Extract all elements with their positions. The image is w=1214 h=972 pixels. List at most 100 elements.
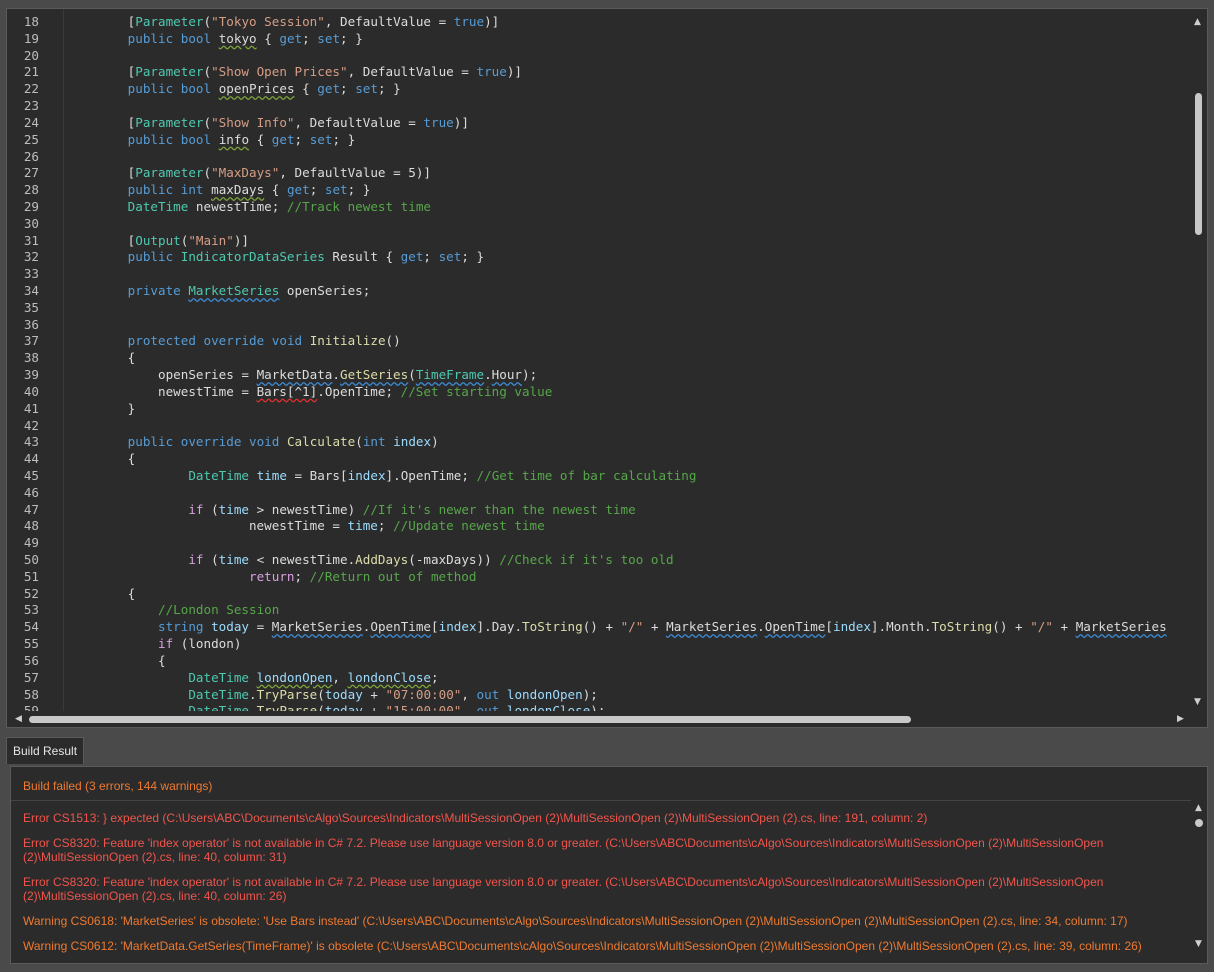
code-editor[interactable]: 18 [Parameter("Tokyo Session", DefaultVa… bbox=[6, 8, 1208, 728]
line-number: 32 bbox=[23, 249, 39, 265]
line-number: 40 bbox=[23, 383, 39, 399]
line-number: 21 bbox=[23, 64, 39, 80]
horizontal-scroll-thumb[interactable] bbox=[29, 716, 911, 723]
code-line[interactable]: 26 bbox=[7, 149, 39, 166]
code-line[interactable]: 42 bbox=[7, 418, 39, 435]
code-line[interactable]: 34 private MarketSeries openSeries; bbox=[7, 283, 371, 300]
code-text: string today = MarketSeries.OpenTime[ind… bbox=[158, 619, 1167, 635]
code-line[interactable]: 58 DateTime.TryParse(today + "07:00:00",… bbox=[7, 687, 598, 704]
code-view[interactable]: 18 [Parameter("Tokyo Session", DefaultVa… bbox=[7, 9, 1193, 713]
code-line[interactable]: 38 { bbox=[7, 350, 135, 367]
code-line[interactable]: 45 DateTime time = Bars[index].OpenTime;… bbox=[7, 467, 697, 485]
code-text: public override void Calculate(int index… bbox=[127, 434, 439, 450]
code-text: } bbox=[67, 400, 136, 416]
code-line[interactable]: 48 newestTime = time; //Update newest ti… bbox=[7, 518, 545, 535]
code-line[interactable]: 29 DateTime newestTime; //Track newest t… bbox=[7, 199, 431, 216]
tab-build-result[interactable]: Build Result bbox=[6, 737, 85, 764]
scroll-right-icon[interactable]: ▶ bbox=[1177, 714, 1184, 724]
code-line[interactable]: 22 public bool openPrices { get; set; } bbox=[7, 81, 401, 98]
code-line[interactable]: 52 { bbox=[7, 585, 135, 603]
messages-scrollbar[interactable]: ▲ ▼ bbox=[1191, 801, 1207, 963]
line-number: 43 bbox=[23, 434, 39, 450]
code-line[interactable]: 49 bbox=[7, 535, 39, 552]
code-line[interactable]: 27 [Parameter("MaxDays", DefaultValue = … bbox=[7, 165, 431, 182]
code-line[interactable]: 43 public override void Calculate(int in… bbox=[7, 434, 439, 451]
code-line[interactable]: 44 { bbox=[7, 451, 135, 468]
code-line[interactable]: 47 if (time > newestTime) //If it's newe… bbox=[7, 502, 636, 519]
code-line[interactable]: 30 bbox=[7, 216, 39, 233]
code-text: if (time < newestTime.AddDays(-maxDays))… bbox=[188, 552, 674, 567]
code-line[interactable]: 55 if (london) bbox=[7, 636, 242, 653]
code-line[interactable]: 50 if (time < newestTime.AddDays(-maxDay… bbox=[7, 552, 674, 569]
line-number: 25 bbox=[23, 131, 39, 147]
error-message[interactable]: Error CS8320: Feature 'index operator' i… bbox=[23, 875, 1183, 903]
line-number: 49 bbox=[23, 535, 39, 551]
code-text: openSeries = MarketData.GetSeries(TimeFr… bbox=[67, 367, 538, 383]
code-text: [Parameter("Show Open Prices", DefaultVa… bbox=[67, 64, 522, 80]
line-number: 18 bbox=[23, 14, 39, 29]
line-number: 37 bbox=[23, 333, 39, 349]
code-line[interactable]: 24 [Parameter("Show Info", DefaultValue … bbox=[7, 114, 469, 132]
scroll-down-icon[interactable]: ▼ bbox=[1195, 939, 1202, 949]
line-number: 53 bbox=[23, 602, 39, 618]
code-line[interactable]: 56 { bbox=[7, 653, 166, 670]
code-line[interactable]: 21 [Parameter("Show Open Prices", Defaul… bbox=[7, 64, 522, 81]
code-line[interactable]: 35 bbox=[7, 300, 39, 317]
scroll-down-icon[interactable]: ▼ bbox=[1194, 697, 1201, 707]
code-line[interactable]: 37 protected override void Initialize() bbox=[7, 333, 401, 350]
code-text: private MarketSeries openSeries; bbox=[127, 283, 371, 298]
warning-message[interactable]: Warning CS0612: 'MarketData.GetSeries(Ti… bbox=[23, 939, 1183, 953]
code-line[interactable]: 25 public bool info { get; set; } bbox=[7, 131, 355, 149]
code-line[interactable]: 20 bbox=[7, 48, 39, 65]
messages-scroll-thumb[interactable] bbox=[1195, 819, 1203, 827]
line-number: 27 bbox=[23, 165, 39, 181]
code-line[interactable]: 46 bbox=[7, 485, 39, 502]
code-line[interactable]: 51 return; //Return out of method bbox=[7, 568, 477, 586]
code-text: DateTime newestTime; //Track newest time bbox=[127, 198, 431, 214]
scroll-up-icon[interactable]: ▲ bbox=[1194, 17, 1201, 27]
vertical-scrollbar[interactable]: ▲ ▼ bbox=[1191, 9, 1207, 713]
line-number: 24 bbox=[23, 114, 39, 130]
error-message[interactable]: Error CS8320: Feature 'index operator' i… bbox=[23, 836, 1183, 864]
code-line[interactable]: 40 newestTime = Bars[^1].OpenTime; //Set… bbox=[7, 383, 552, 401]
code-text: DateTime.TryParse(today + "07:00:00", ou… bbox=[188, 686, 598, 702]
line-number: 51 bbox=[23, 568, 39, 584]
code-line[interactable]: 23 bbox=[7, 98, 39, 115]
warning-message[interactable]: Warning CS0618: 'MarketSeries' is obsole… bbox=[23, 914, 1183, 928]
error-message[interactable]: Error CS1513: } expected (C:\Users\ABC\D… bbox=[23, 811, 1183, 825]
line-number: 35 bbox=[23, 299, 39, 315]
code-line[interactable]: 39 openSeries = MarketData.GetSeries(Tim… bbox=[7, 367, 537, 384]
line-number: 30 bbox=[23, 215, 39, 231]
code-line[interactable]: 36 bbox=[7, 317, 39, 334]
code-line[interactable]: 28 public int maxDays { get; set; } bbox=[7, 182, 371, 199]
line-number: 23 bbox=[23, 98, 39, 114]
line-number: 54 bbox=[23, 619, 39, 635]
code-text: { bbox=[67, 350, 136, 366]
line-number: 52 bbox=[23, 585, 39, 601]
line-number: 22 bbox=[23, 81, 39, 97]
code-text: [Parameter("Tokyo Session", DefaultValue… bbox=[127, 14, 500, 29]
horizontal-scrollbar[interactable]: ◀ ▶ bbox=[7, 711, 1193, 727]
code-line[interactable]: 54 string today = MarketSeries.OpenTime[… bbox=[7, 619, 1167, 636]
scroll-up-icon[interactable]: ▲ bbox=[1195, 803, 1202, 813]
code-line[interactable]: 31 [Output("Main")] bbox=[7, 233, 249, 250]
line-number: 33 bbox=[23, 266, 39, 282]
code-line[interactable]: 19 public bool tokyo { get; set; } bbox=[7, 31, 363, 48]
code-line[interactable]: 32 public IndicatorDataSeries Result { g… bbox=[7, 249, 484, 266]
code-text: DateTime londonOpen, londonClose; bbox=[188, 669, 439, 685]
code-text: protected override void Initialize() bbox=[127, 333, 401, 349]
divider bbox=[11, 800, 1191, 801]
code-line[interactable]: 33 bbox=[7, 266, 39, 283]
code-text: public bool info { get; set; } bbox=[127, 131, 356, 147]
line-number: 45 bbox=[23, 467, 39, 483]
vertical-scroll-thumb[interactable] bbox=[1195, 93, 1202, 235]
code-text: public IndicatorDataSeries Result { get;… bbox=[127, 249, 485, 265]
code-line[interactable]: 53 //London Session bbox=[7, 602, 280, 619]
code-lines: 18 [Parameter("Tokyo Session", DefaultVa… bbox=[7, 14, 1167, 713]
code-line[interactable]: 18 [Parameter("Tokyo Session", DefaultVa… bbox=[7, 14, 499, 31]
line-number: 28 bbox=[23, 182, 39, 198]
code-text: newestTime = time; //Update newest time bbox=[67, 518, 545, 534]
code-line[interactable]: 57 DateTime londonOpen, londonClose; bbox=[7, 670, 439, 687]
code-line[interactable]: 41 } bbox=[7, 401, 135, 418]
scroll-left-icon[interactable]: ◀ bbox=[15, 714, 22, 724]
